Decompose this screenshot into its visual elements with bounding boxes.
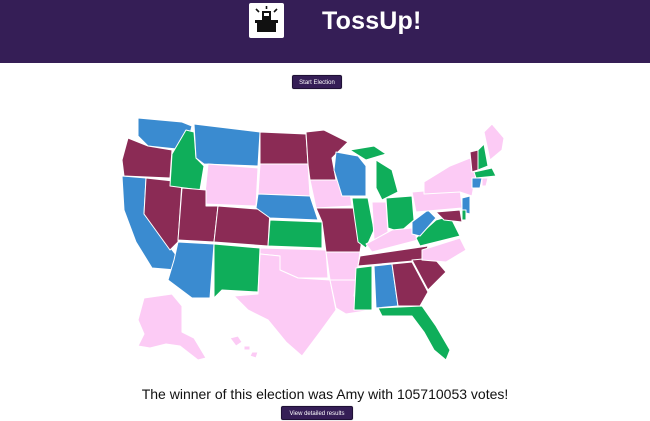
state-arizona[interactable] [167,241,215,299]
state-ohio[interactable] [385,195,415,233]
state-delaware[interactable] [461,209,467,221]
state-new-mexico[interactable] [213,243,261,299]
state-alaska[interactable] [137,293,207,361]
state-wyoming[interactable] [203,163,259,207]
view-detailed-results-button[interactable]: View detailed results [281,406,353,420]
state-rhode-island[interactable] [481,177,489,187]
app-header: TossUp! [0,0,650,63]
app-title: TossUp! [322,7,422,35]
start-election-button[interactable]: Start Election [292,75,342,89]
us-election-map [110,110,530,372]
state-montana[interactable] [193,123,261,167]
state-south-dakota[interactable] [257,163,311,197]
ballot-box-icon [249,3,284,38]
state-hawaii[interactable] [229,335,259,359]
state-kansas[interactable] [267,219,323,249]
state-vermont[interactable] [469,149,479,173]
state-new-york[interactable] [423,157,477,197]
state-connecticut[interactable] [471,177,483,189]
state-michigan[interactable] [375,159,399,201]
state-maine[interactable] [483,123,505,161]
state-florida[interactable] [377,305,451,361]
state-new-hampshire[interactable] [477,143,489,171]
state-arkansas[interactable] [325,251,361,281]
state-north-dakota[interactable] [259,131,309,165]
winner-announcement: The winner of this election was Amy with… [141,386,509,402]
state-mississippi[interactable] [353,265,373,311]
